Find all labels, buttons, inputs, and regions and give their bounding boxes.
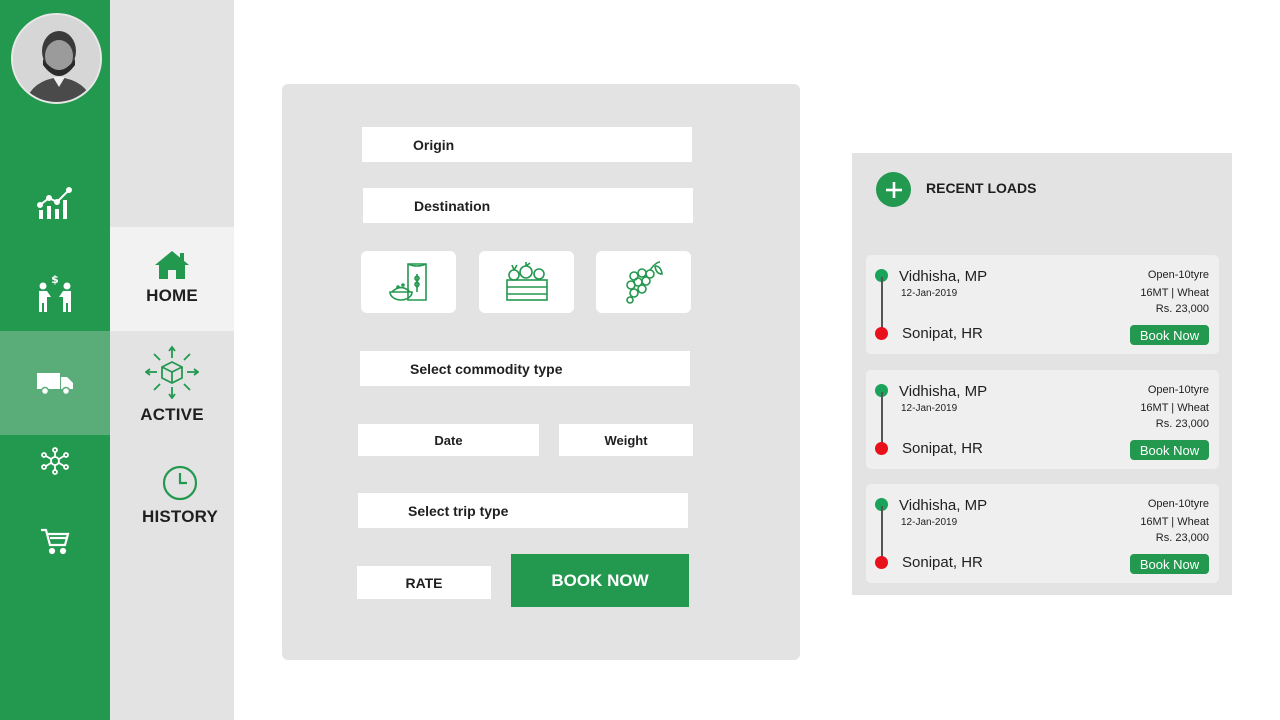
commodity-placeholder: Select commodity type — [410, 360, 563, 377]
commodity-tile-vegetables[interactable] — [479, 251, 574, 313]
payment-exchange-icon: $ — [39, 273, 71, 312]
origin-field[interactable]: Origin — [362, 127, 692, 162]
destination-marker — [875, 556, 888, 569]
destination-field[interactable]: Destination — [363, 188, 693, 223]
load-truck-type: Open-10tyre — [1147, 269, 1209, 281]
destination-placeholder: Destination — [414, 197, 491, 214]
cart-rail-button[interactable] — [0, 506, 110, 576]
payments-rail-button[interactable]: $ — [0, 258, 110, 328]
load-origin: Vidhisha, MP — [899, 383, 988, 400]
trip-type-placeholder: Select trip type — [408, 502, 509, 519]
load-origin: Vidhisha, MP — [899, 268, 988, 285]
avatar[interactable] — [11, 13, 102, 104]
plus-icon — [885, 181, 902, 198]
load-card: Vidhisha, MP 12-Jan-2019 Sonipat, HR Ope… — [866, 255, 1219, 354]
load-price: Rs. 23,000 — [1155, 418, 1209, 430]
route-line — [880, 506, 883, 561]
weight-field[interactable]: Weight — [559, 424, 693, 456]
nav-active[interactable]: ACTIVE — [110, 345, 234, 435]
box-distribution-icon — [145, 345, 199, 399]
grapes-icon — [625, 261, 663, 304]
network-rail-button[interactable] — [0, 426, 110, 496]
home-icon — [155, 251, 189, 279]
load-destination: Sonipat, HR — [902, 554, 983, 571]
load-price: Rs. 23,000 — [1155, 532, 1209, 544]
load-weight-commodity: 16MT | Wheat — [1140, 287, 1209, 299]
load-card: Vidhisha, MP 12-Jan-2019 Sonipat, HR Ope… — [866, 484, 1219, 583]
nav-home-label: HOME — [146, 286, 198, 305]
loads-rail-button[interactable] — [0, 331, 110, 435]
commodity-select[interactable]: Select commodity type — [360, 351, 690, 386]
load-price: Rs. 23,000 — [1155, 303, 1209, 315]
load-book-now-button[interactable]: Book Now — [1130, 440, 1209, 460]
route-line — [880, 277, 883, 332]
load-card: Vidhisha, MP 12-Jan-2019 Sonipat, HR Ope… — [866, 370, 1219, 469]
load-weight-commodity: 16MT | Wheat — [1140, 402, 1209, 414]
load-destination: Sonipat, HR — [902, 325, 983, 342]
load-weight-commodity: 16MT | Wheat — [1140, 516, 1209, 528]
load-truck-type: Open-10tyre — [1147, 498, 1209, 510]
commodity-tile-grains[interactable] — [361, 251, 456, 313]
clock-icon — [162, 465, 198, 501]
route-line — [880, 392, 883, 447]
load-origin: Vidhisha, MP — [899, 497, 988, 514]
nav-home[interactable]: HOME — [110, 227, 234, 331]
rate-placeholder: RATE — [405, 574, 443, 591]
rate-field[interactable]: RATE — [357, 566, 491, 599]
network-icon — [41, 447, 69, 475]
nav-history-label: HISTORY — [141, 507, 219, 526]
vegetable-crate-icon — [505, 262, 548, 301]
load-book-now-button[interactable]: Book Now — [1130, 554, 1209, 574]
add-load-button[interactable] — [876, 172, 911, 207]
truck-icon — [37, 373, 73, 396]
analytics-icon — [37, 187, 72, 219]
svg-text:$: $ — [51, 273, 59, 286]
trip-type-select[interactable]: Select trip type — [358, 493, 688, 528]
load-truck-type: Open-10tyre — [1147, 384, 1209, 396]
date-field[interactable]: Date — [358, 424, 539, 456]
commodity-tile-fruits[interactable] — [596, 251, 691, 313]
destination-marker — [875, 327, 888, 340]
secondary-nav: HOME ACTIVE HISTORY — [110, 0, 234, 720]
cart-icon — [41, 528, 70, 555]
grain-sack-icon — [388, 263, 427, 301]
icon-rail: $ — [0, 0, 110, 720]
origin-placeholder: Origin — [413, 136, 455, 153]
recent-loads-title: RECENT LOADS — [926, 180, 1037, 196]
load-date: 12-Jan-2019 — [901, 517, 958, 528]
book-now-button[interactable]: BOOK NOW — [511, 554, 689, 607]
date-placeholder: Date — [434, 432, 463, 448]
load-date: 12-Jan-2019 — [901, 403, 958, 414]
weight-placeholder: Weight — [604, 432, 648, 448]
load-date: 12-Jan-2019 — [901, 288, 958, 299]
load-book-now-button[interactable]: Book Now — [1130, 325, 1209, 345]
nav-active-label: ACTIVE — [140, 405, 204, 424]
load-destination: Sonipat, HR — [902, 440, 983, 457]
destination-marker — [875, 442, 888, 455]
nav-history[interactable]: HISTORY — [118, 465, 242, 535]
analytics-rail-button[interactable] — [0, 168, 110, 238]
